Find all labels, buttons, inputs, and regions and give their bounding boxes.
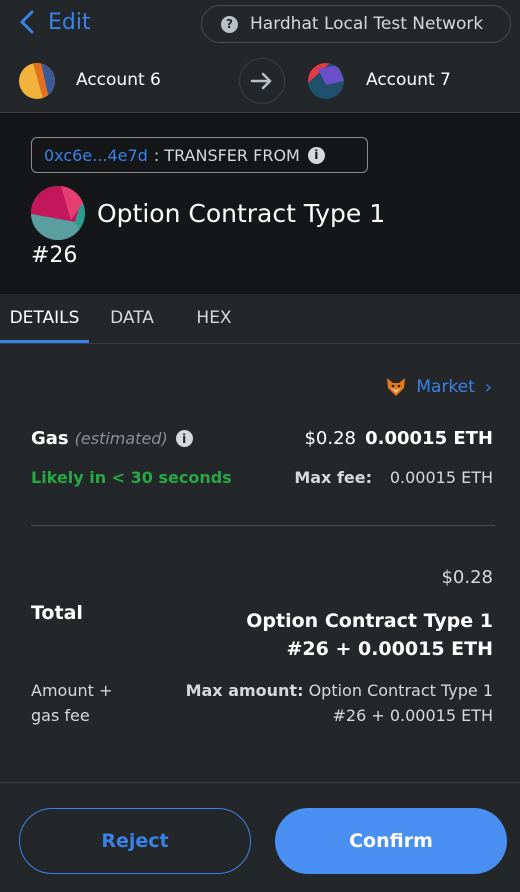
origin-action-label: : TRANSFER FROM [153, 145, 300, 165]
total-label: Total [31, 602, 83, 624]
gas-fee-eth: 0.00015 ETH [365, 428, 493, 449]
nft-title: Option Contract Type 1 [97, 199, 386, 228]
arrow-right-icon [239, 58, 285, 104]
market-link[interactable]: Market › [385, 376, 492, 398]
tab-data[interactable]: DATA [96, 294, 168, 344]
question-icon: ? [221, 15, 238, 33]
max-fee-value: 0.00015 ETH [389, 468, 493, 487]
info-icon[interactable]: i [307, 146, 325, 164]
gas-label-row: Gas (estimated) i [31, 428, 193, 449]
from-account-label: Account 6 [76, 70, 161, 90]
from-account-avatar [19, 63, 55, 99]
edit-back-button[interactable]: Edit [18, 9, 91, 35]
nft-avatar [31, 186, 85, 240]
total-usd: $0.28 [441, 567, 493, 588]
gas-fee-usd: $0.28 [304, 428, 356, 449]
total-value: Option Contract Type 1 #26 + 0.00015 ETH [246, 610, 493, 660]
tab-hex[interactable]: HEX [180, 294, 248, 344]
account-row: Account 6 Account 7 [0, 56, 520, 106]
network-selector[interactable]: ? Hardhat Local Test Network [201, 5, 511, 43]
gas-label: Gas [31, 428, 69, 449]
max-amount-label: Max amount: [185, 681, 304, 700]
to-account-avatar [308, 63, 344, 99]
origin-address-link[interactable]: 0xc6e...4e7d [44, 146, 148, 165]
confirm-button[interactable]: Confirm [275, 808, 507, 874]
footer-divider [0, 782, 520, 783]
header: Edit ? Hardhat Local Test Network [0, 0, 520, 48]
amount-gas-fee-label: Amount + gas fee [31, 681, 113, 725]
network-label: Hardhat Local Test Network [250, 14, 484, 34]
tab-bar: DETAILS DATA HEX [0, 294, 520, 344]
nft-token-id: #26 [31, 243, 78, 268]
gas-estimated-label: (estimated) [74, 429, 168, 448]
gas-timing-estimate: Likely in < 30 seconds [31, 468, 232, 487]
max-amount: Max amount: Option Contract Type 1 #26 +… [173, 678, 493, 728]
market-label: Market [416, 377, 475, 397]
details-divider [31, 525, 495, 526]
active-tab-indicator [0, 340, 89, 343]
max-amount-value: Option Contract Type 1 #26 + 0.00015 ETH [308, 681, 493, 725]
origin-pill: 0xc6e...4e7d : TRANSFER FROM i [31, 137, 368, 173]
to-account-label: Account 7 [366, 70, 451, 90]
edit-label: Edit [48, 9, 91, 35]
transaction-summary: 0xc6e...4e7d : TRANSFER FROM i Option Co… [0, 113, 520, 294]
reject-button[interactable]: Reject [19, 808, 251, 874]
fox-icon [387, 378, 406, 396]
chevron-left-icon [20, 10, 34, 34]
max-fee-label: Max fee: [294, 468, 372, 487]
tab-details[interactable]: DETAILS [0, 294, 89, 344]
chevron-right-icon: › [484, 376, 492, 398]
gas-info-icon[interactable]: i [175, 430, 193, 447]
